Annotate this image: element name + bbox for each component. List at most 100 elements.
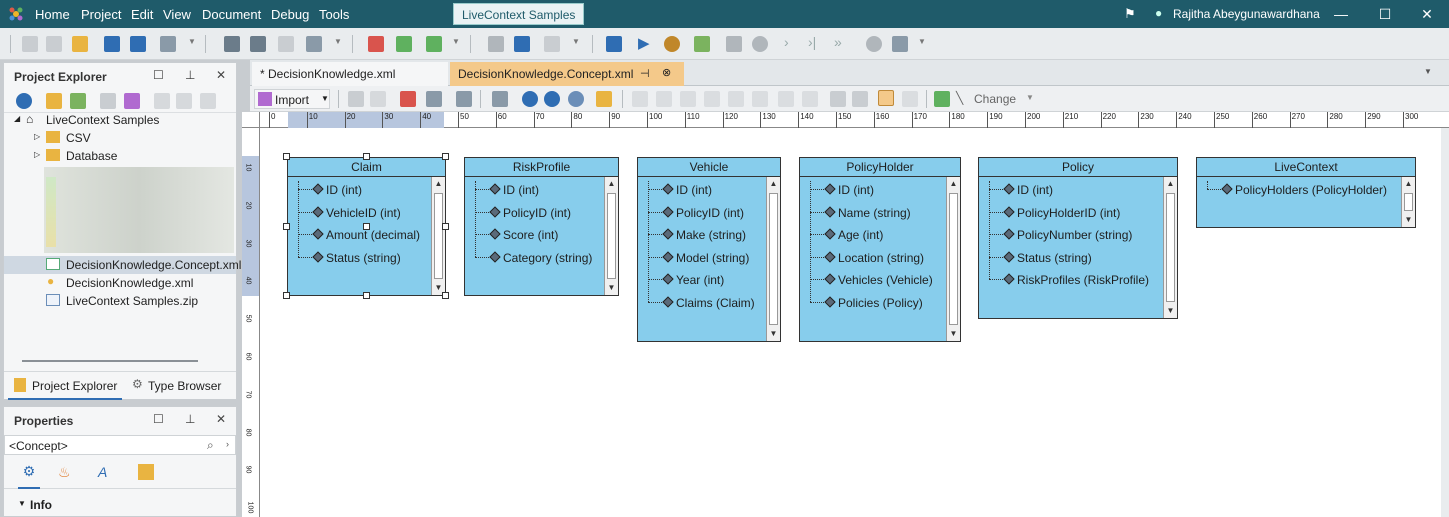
tab-decisionknowledge-xml[interactable]: * DecisionKnowledge.xml: [252, 62, 448, 86]
tab-type-browser[interactable]: ⚙ Type Browser: [128, 372, 236, 400]
refresh-icon[interactable]: [16, 93, 32, 109]
save-all-icon[interactable]: [130, 36, 146, 52]
tab-pin-icon[interactable]: ⊣: [640, 67, 650, 80]
panel-float-icon[interactable]: ☐: [153, 412, 164, 426]
paste-icon[interactable]: [278, 36, 294, 52]
entity-scrollbar[interactable]: ▲ ▼: [1163, 177, 1177, 318]
chevron-right-icon[interactable]: ›: [226, 439, 229, 449]
cancel-icon[interactable]: [752, 36, 768, 52]
menu-home[interactable]: Home: [35, 7, 70, 22]
entity-attribute[interactable]: Vehicles (Vehicle): [810, 271, 942, 289]
publish-icon[interactable]: [160, 36, 176, 52]
menu-project[interactable]: Project: [81, 7, 121, 22]
tree-file-concept[interactable]: DecisionKnowledge.Concept.xml: [4, 256, 241, 274]
connector-icon[interactable]: [934, 91, 950, 107]
entity-attribute[interactable]: Policies (Policy): [810, 294, 942, 312]
align-right-icon[interactable]: [680, 91, 696, 107]
debug-icon[interactable]: [664, 36, 680, 52]
remove-icon[interactable]: [100, 93, 116, 109]
add-folder-icon[interactable]: [70, 93, 86, 109]
fit-icon[interactable]: [492, 91, 508, 107]
tree-file-zip[interactable]: LiveContext Samples.zip: [4, 292, 236, 310]
new-folder-icon[interactable]: [46, 93, 62, 109]
window-icon[interactable]: [606, 36, 622, 52]
open-doc-icon[interactable]: [46, 36, 62, 52]
tab-close-icon[interactable]: ⊗: [662, 66, 671, 79]
align-center-icon[interactable]: [656, 91, 672, 107]
entity-policy[interactable]: Policy ID (int) PolicyHolderID (int) Policy…: [978, 157, 1178, 319]
change-button[interactable]: ╲ Change ▼: [954, 89, 1036, 109]
resources-icon[interactable]: [138, 464, 154, 480]
menu-debug[interactable]: Debug: [271, 7, 309, 22]
rename-icon[interactable]: [124, 93, 140, 109]
entity-scrollbar[interactable]: ▲ ▼: [1401, 177, 1415, 227]
align-bottom-icon[interactable]: [752, 91, 768, 107]
menu-view[interactable]: View: [163, 7, 191, 22]
grid-icon[interactable]: [902, 91, 918, 107]
menu-document[interactable]: Document: [202, 7, 261, 22]
tabs-dropdown-icon[interactable]: ▼: [1424, 67, 1432, 76]
copy-file-icon[interactable]: [154, 93, 170, 109]
entity-attribute[interactable]: ID (int): [810, 181, 942, 199]
user-name[interactable]: Rajitha Abeygunawardhana: [1173, 7, 1320, 21]
resize-handle[interactable]: [362, 292, 370, 299]
copy-icon[interactable]: [250, 36, 266, 52]
snap-icon[interactable]: [878, 90, 894, 106]
delete-icon[interactable]: [400, 91, 416, 107]
validate-icon[interactable]: [426, 36, 442, 52]
entity-attribute[interactable]: ID (int): [989, 181, 1159, 199]
properties-selector[interactable]: <Concept> ⌕ ›: [4, 435, 236, 455]
resize-handle[interactable]: [442, 153, 449, 160]
entity-attribute[interactable]: VehicleID (int): [298, 204, 427, 222]
flag-icon[interactable]: ⚑: [1124, 6, 1136, 22]
entity-attribute[interactable]: PolicyID (int): [648, 204, 762, 222]
entity-riskprofile[interactable]: RiskProfile ID (int) PolicyID (int) Score (…: [464, 157, 619, 296]
entity-attribute[interactable]: Status (string): [989, 249, 1159, 267]
entity-attribute[interactable]: Age (int): [810, 226, 942, 244]
tree-folder-database[interactable]: ▷ Database: [34, 147, 234, 165]
spellcheck-icon[interactable]: [306, 36, 322, 52]
cut-icon[interactable]: [224, 36, 240, 52]
connect-icon[interactable]: [488, 36, 504, 52]
step-icon[interactable]: ›: [784, 34, 789, 50]
minimize-icon[interactable]: —: [1331, 4, 1351, 24]
panel-float-icon[interactable]: ☐: [153, 68, 164, 82]
events-fire-icon[interactable]: ♨: [58, 464, 71, 481]
entity-attribute[interactable]: Score (int): [475, 226, 600, 244]
export-icon[interactable]: [426, 91, 442, 107]
save-icon[interactable]: [104, 36, 120, 52]
tab-project-explorer[interactable]: Project Explorer: [8, 372, 122, 400]
new-item-icon[interactable]: [368, 36, 384, 52]
import-button[interactable]: Import ▼: [254, 89, 330, 109]
tree-file-xml[interactable]: ● DecisionKnowledge.xml: [4, 274, 236, 292]
add-item-icon[interactable]: [396, 36, 412, 52]
panel-close-icon[interactable]: ✕: [216, 412, 226, 426]
maximize-icon[interactable]: ☐: [1375, 4, 1395, 24]
entity-attribute[interactable]: RiskProfiles (RiskProfile): [989, 271, 1159, 289]
horizontal-scrollbar[interactable]: [22, 360, 198, 362]
entity-attribute[interactable]: ID (int): [648, 181, 762, 199]
resize-handle[interactable]: [362, 223, 370, 230]
search-icon[interactable]: ⌕: [207, 438, 214, 453]
diagram-canvas[interactable]: Claim ID (int) VehicleID (int) Amount (deci…: [260, 128, 1449, 517]
entity-livecontext[interactable]: LiveContext PolicyHolders (PolicyHolder) ▲…: [1196, 157, 1416, 228]
space-vertical-icon[interactable]: [778, 91, 794, 107]
side-by-side-icon[interactable]: [852, 91, 868, 107]
undo-icon[interactable]: [348, 91, 364, 107]
panel-pin-icon[interactable]: ⊥: [185, 68, 195, 82]
vertical-scrollbar[interactable]: [1441, 128, 1449, 517]
tree-folder-csv[interactable]: ▷ CSV: [34, 129, 234, 147]
entity-attribute[interactable]: Claims (Claim): [648, 294, 762, 312]
align-top-icon[interactable]: [704, 91, 720, 107]
stack-icon[interactable]: [830, 91, 846, 107]
properties-icon[interactable]: [456, 91, 472, 107]
package-icon[interactable]: [544, 36, 560, 52]
entity-attribute[interactable]: ID (int): [475, 181, 600, 199]
text-style-icon[interactable]: A: [98, 464, 107, 480]
new-icon[interactable]: [22, 36, 38, 52]
run-icon[interactable]: ▶: [638, 34, 650, 52]
section-info[interactable]: ▼ Info: [4, 495, 236, 515]
tree-root[interactable]: ◢ ⌂ LiveContext Samples: [14, 111, 234, 129]
resize-handle[interactable]: [283, 153, 290, 160]
step-end-icon[interactable]: ›|: [808, 34, 816, 50]
